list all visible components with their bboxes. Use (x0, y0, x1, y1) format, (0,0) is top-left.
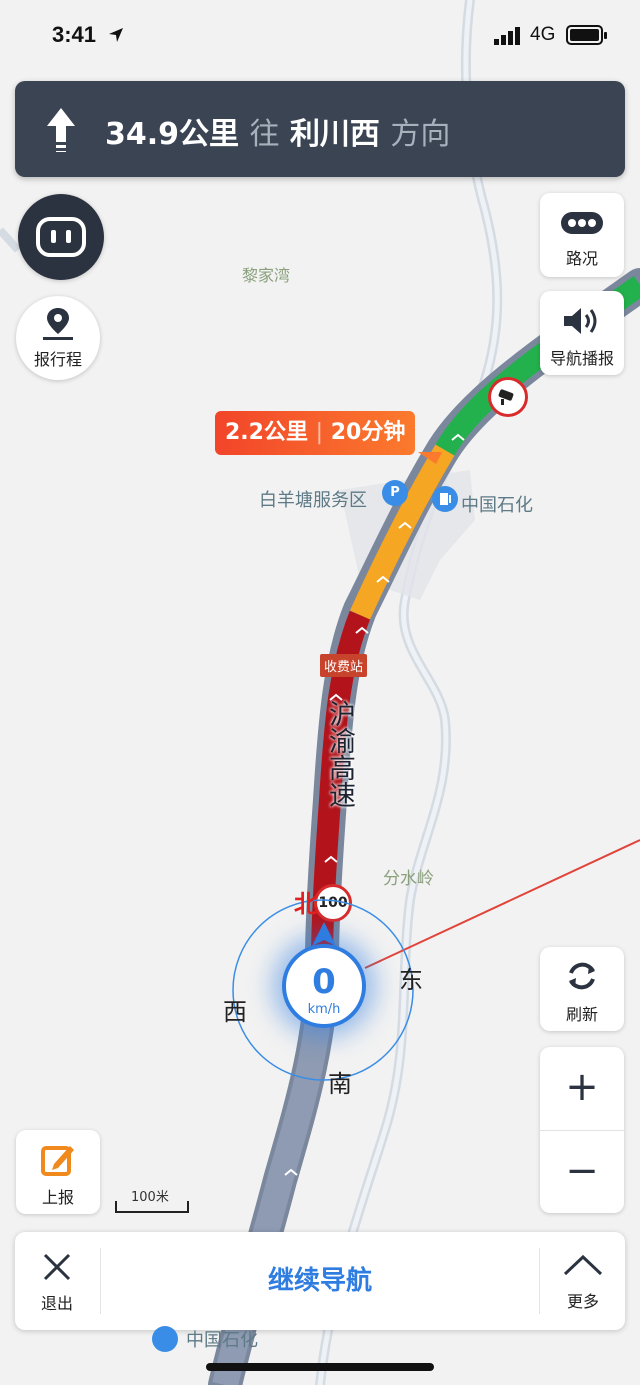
report-trip-label: 报行程 (33, 350, 82, 369)
location-arrow-icon (109, 28, 123, 42)
robot-face-icon (36, 217, 86, 257)
voice-broadcast-button[interactable]: 导航播报 (540, 291, 624, 375)
traffic-button[interactable]: 路况 (540, 193, 624, 277)
assistant-button[interactable] (18, 194, 104, 280)
voice-broadcast-label: 导航播报 (549, 349, 614, 368)
village-label: 黎家湾 (242, 266, 291, 285)
navigation-instruction: 34.9公里 往 利川西 方向 (105, 109, 450, 153)
home-indicator[interactable] (206, 1363, 434, 1371)
straight-arrow-icon (47, 108, 75, 152)
divider (539, 1248, 540, 1314)
zoom-in-button[interactable]: + (540, 1047, 624, 1130)
network-type: 4G (530, 24, 556, 45)
traffic-icon (561, 212, 603, 234)
bubble-tail-icon (418, 452, 442, 464)
speedometer: 0 km/h (282, 944, 366, 1028)
highway-name: 沪渝高速 (324, 700, 355, 808)
gas-station-label[interactable]: 中国石化 (461, 491, 533, 517)
compass-west: 西 (223, 998, 247, 1026)
speed-unit: km/h (307, 1002, 341, 1017)
more-label: 更多 (566, 1292, 599, 1311)
direction-label: 方向 (390, 117, 451, 152)
speed-camera-marker[interactable] (488, 377, 528, 417)
separator: | (315, 420, 324, 445)
service-area-label[interactable]: 白羊塘服务区 (259, 486, 367, 512)
continue-navigation-button[interactable]: 继续导航 (101, 1232, 539, 1330)
gas-station-label[interactable]: 中国石化 (186, 1326, 258, 1352)
service-area-icon[interactable]: P (382, 480, 408, 506)
battery-icon (566, 25, 607, 45)
refresh-label: 刷新 (565, 1005, 598, 1024)
route-distance: 2.2公里 (225, 420, 308, 445)
report-label: 上报 (41, 1188, 74, 1207)
close-icon (43, 1253, 71, 1281)
exit-button[interactable]: 退出 (15, 1232, 99, 1330)
route-time: 20分钟 (330, 420, 406, 445)
traffic-label: 路况 (565, 249, 598, 268)
zoom-out-button[interactable]: − (540, 1131, 624, 1213)
signal-icon (494, 27, 520, 45)
toll-station-label[interactable]: 收费站 (320, 654, 368, 677)
gas-station-icon[interactable] (432, 486, 458, 512)
report-trip-button[interactable]: 报行程 (16, 296, 100, 380)
route-info-bubble[interactable]: 2.2公里 | 20分钟 (215, 411, 416, 455)
gas-station-icon[interactable] (152, 1326, 178, 1352)
exit-label: 退出 (40, 1294, 73, 1313)
navigation-banner: 34.9公里 往 利川西 方向 (15, 81, 625, 177)
destination-name: 利川西 (289, 117, 380, 152)
zoom-controls: + − (540, 1047, 624, 1213)
status-time: 3:41 (52, 22, 97, 47)
refresh-icon (569, 962, 595, 990)
compass-north: 北 (294, 890, 318, 918)
speed-value: 0 (312, 962, 336, 1002)
compass-east: 东 (399, 966, 423, 994)
compass-south: 南 (328, 1070, 352, 1098)
more-button[interactable]: 更多 (541, 1232, 625, 1330)
camera-icon (498, 389, 514, 405)
toward-label: 往 (249, 117, 280, 152)
scale-bar (115, 1201, 189, 1213)
refresh-button[interactable]: 刷新 (540, 947, 624, 1031)
chevron-up-icon (563, 1254, 603, 1276)
village-label: 分水岭 (383, 869, 434, 889)
bottom-action-bar: 退出 继续导航 更多 (15, 1232, 625, 1330)
remaining-distance: 34.9公里 (105, 117, 240, 152)
report-button[interactable]: 上报 (16, 1130, 100, 1214)
edit-report-icon (41, 1146, 74, 1176)
route-pin-icon (43, 308, 73, 340)
speaker-icon (564, 308, 597, 334)
